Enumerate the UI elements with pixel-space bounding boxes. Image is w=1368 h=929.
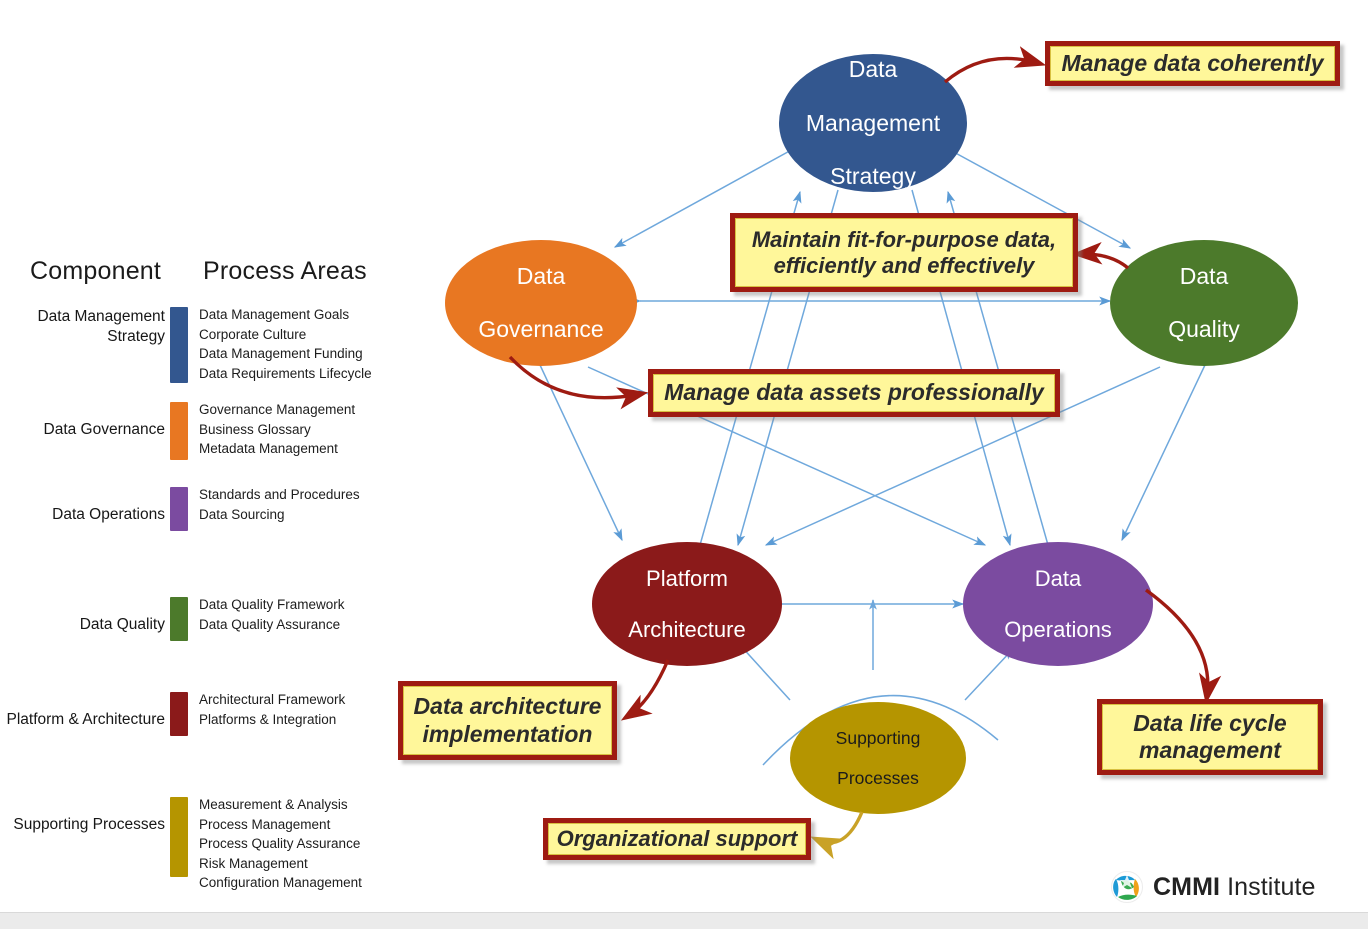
cmmi-institute-wordmark: CMMI Institute: [1153, 873, 1316, 902]
callout-arrows-layer: [508, 46, 1222, 860]
callout-text-line: efficiently and effectively: [773, 252, 1035, 278]
slide-canvas: Data Management Strategy Data Governance…: [0, 0, 1368, 929]
callout-text-line: Data life cycle: [1133, 709, 1287, 736]
callout-text-line: management: [1139, 737, 1281, 763]
callout-manage-data-assets[interactable]: Manage data assets professionally: [648, 369, 1060, 417]
callout-text: Data architecture implementation: [414, 693, 602, 747]
cmmi-globe-icon: [1110, 870, 1144, 904]
callout-text: Organizational support: [556, 826, 798, 852]
callout-text: Manage data assets professionally: [664, 379, 1044, 406]
callout-text-line: Maintain fit-for-purpose data,: [751, 226, 1057, 252]
callout-text: Manage data coherently: [1061, 49, 1324, 76]
callout-text-line: Data architecture: [413, 693, 602, 720]
callout-data-architecture-implementation[interactable]: Data architecture implementation: [398, 681, 617, 760]
callout-text: Data life cycle management: [1133, 710, 1286, 764]
callout-data-life-cycle-management[interactable]: Data life cycle management: [1097, 699, 1323, 775]
brand-name-regular: Institute: [1220, 872, 1316, 901]
callout-text: Maintain fit-for-purpose data, efficient…: [752, 227, 1056, 279]
callout-text-line: implementation: [422, 720, 593, 747]
callout-organizational-support[interactable]: Organizational support: [543, 818, 811, 860]
cmmi-institute-logo: CMMI Institute: [1110, 870, 1316, 904]
callout-maintain-fit-for-purpose[interactable]: Maintain fit-for-purpose data, efficient…: [730, 213, 1078, 292]
brand-name-bold: CMMI: [1153, 872, 1221, 901]
callout-manage-data-coherently[interactable]: Manage data coherently: [1045, 41, 1340, 86]
